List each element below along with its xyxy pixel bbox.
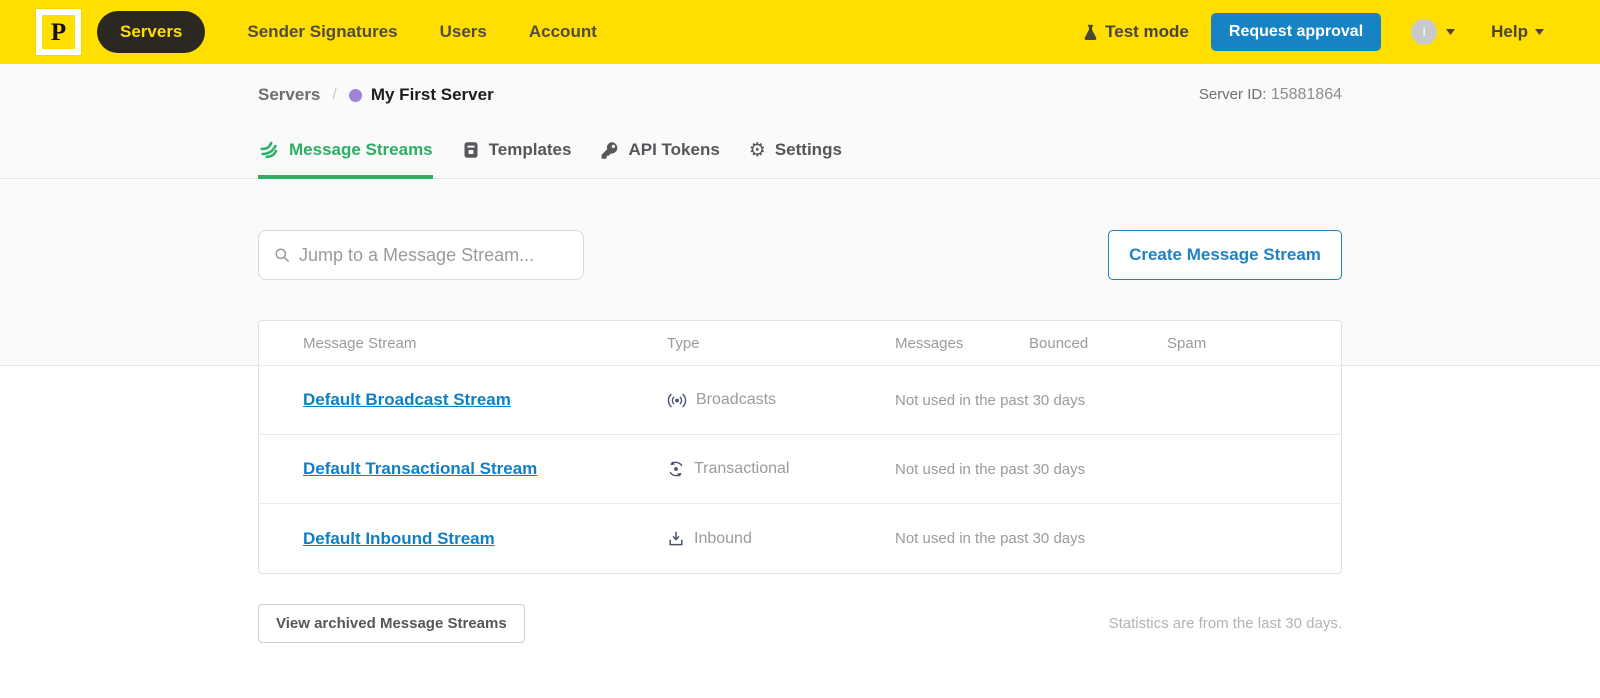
account-menu[interactable]: I — [1411, 19, 1455, 45]
nav-item-servers[interactable]: Servers — [97, 11, 205, 53]
tab-templates[interactable]: Templates — [462, 139, 572, 178]
server-tabs: Message Streams Templates — [258, 139, 871, 178]
stream-link-broadcast[interactable]: Default Broadcast Stream — [303, 390, 511, 409]
create-message-stream-button[interactable]: Create Message Stream — [1108, 230, 1342, 280]
streams-icon — [258, 139, 280, 161]
table-row: Default Inbound Stream Inbound Not used … — [259, 504, 1341, 573]
avatar[interactable]: I — [1411, 19, 1437, 45]
main-content: Create Message Stream Message Stream Typ… — [258, 230, 1342, 643]
chevron-down-icon — [1446, 29, 1455, 35]
stream-usage: Not used in the past 30 days — [895, 392, 1341, 409]
server-id-label: Server ID: — [1199, 86, 1267, 103]
request-approval-button[interactable]: Request approval — [1211, 13, 1381, 51]
transactional-icon — [667, 460, 685, 478]
view-archived-button[interactable]: View archived Message Streams — [258, 604, 525, 643]
server-id: Server ID: 15881864 — [1199, 86, 1342, 104]
message-streams-table: Message Stream Type Messages Bounced Spa… — [258, 320, 1342, 574]
table-footer: View archived Message Streams Statistics… — [258, 604, 1342, 643]
primary-nav: Servers Sender Signatures Users Account — [97, 11, 597, 53]
template-icon — [462, 141, 480, 159]
breadcrumb: Servers / My First Server Server ID: 158… — [258, 85, 1342, 105]
nav-item-account[interactable]: Account — [529, 22, 597, 42]
help-label: Help — [1491, 22, 1528, 42]
tab-label: Message Streams — [289, 140, 433, 160]
tab-label: Settings — [775, 140, 842, 160]
tab-message-streams[interactable]: Message Streams — [258, 139, 433, 178]
inbound-icon — [667, 530, 685, 548]
stats-note: Statistics are from the last 30 days. — [1109, 615, 1342, 632]
search-input[interactable] — [258, 230, 584, 280]
postmark-logo[interactable]: P — [36, 9, 81, 55]
nav-item-users[interactable]: Users — [440, 22, 487, 42]
test-mode-indicator: Test mode — [1083, 22, 1189, 42]
stream-usage: Not used in the past 30 days — [895, 461, 1341, 478]
tab-label: Templates — [489, 140, 572, 160]
col-messages: Messages — [895, 335, 1029, 352]
col-type: Type — [667, 335, 895, 352]
page-header: Servers / My First Server Server ID: 158… — [0, 64, 1600, 179]
chevron-down-icon — [1535, 29, 1544, 35]
col-message-stream: Message Stream — [303, 335, 667, 352]
col-spam: Spam — [1167, 335, 1341, 352]
col-bounced: Bounced — [1029, 335, 1167, 352]
table-row: Default Broadcast Stream Broadcasts Not … — [259, 366, 1341, 435]
tab-settings[interactable]: ⚙ Settings — [749, 139, 842, 178]
table-row: Default Transactional Stream Transaction… — [259, 435, 1341, 504]
flask-icon — [1083, 24, 1098, 41]
tab-label: API Tokens — [628, 140, 719, 160]
server-color-dot — [349, 89, 362, 102]
stream-link-transactional[interactable]: Default Transactional Stream — [303, 459, 537, 478]
test-mode-label: Test mode — [1105, 22, 1189, 42]
breadcrumb-separator: / — [332, 86, 336, 104]
stream-type-label: Transactional — [694, 460, 789, 478]
topbar: P Servers Sender Signatures Users Accoun… — [0, 0, 1600, 64]
search-icon — [274, 247, 290, 268]
nav-item-sender-signatures[interactable]: Sender Signatures — [247, 22, 397, 42]
key-icon — [600, 141, 619, 160]
logo-letter: P — [51, 20, 66, 45]
stream-usage: Not used in the past 30 days — [895, 530, 1341, 547]
page-title: My First Server — [371, 85, 494, 105]
stream-type-label: Inbound — [694, 530, 752, 548]
stream-type-label: Broadcasts — [696, 391, 776, 409]
server-id-value: 15881864 — [1271, 86, 1342, 103]
broadcast-icon — [667, 392, 687, 409]
breadcrumb-servers-link[interactable]: Servers — [258, 85, 320, 105]
table-header: Message Stream Type Messages Bounced Spa… — [259, 321, 1341, 366]
gear-icon: ⚙ — [749, 141, 766, 160]
stream-link-inbound[interactable]: Default Inbound Stream — [303, 529, 495, 548]
tab-api-tokens[interactable]: API Tokens — [600, 139, 719, 178]
stream-toolbar: Create Message Stream — [258, 230, 1342, 280]
help-menu[interactable]: Help — [1491, 22, 1544, 42]
